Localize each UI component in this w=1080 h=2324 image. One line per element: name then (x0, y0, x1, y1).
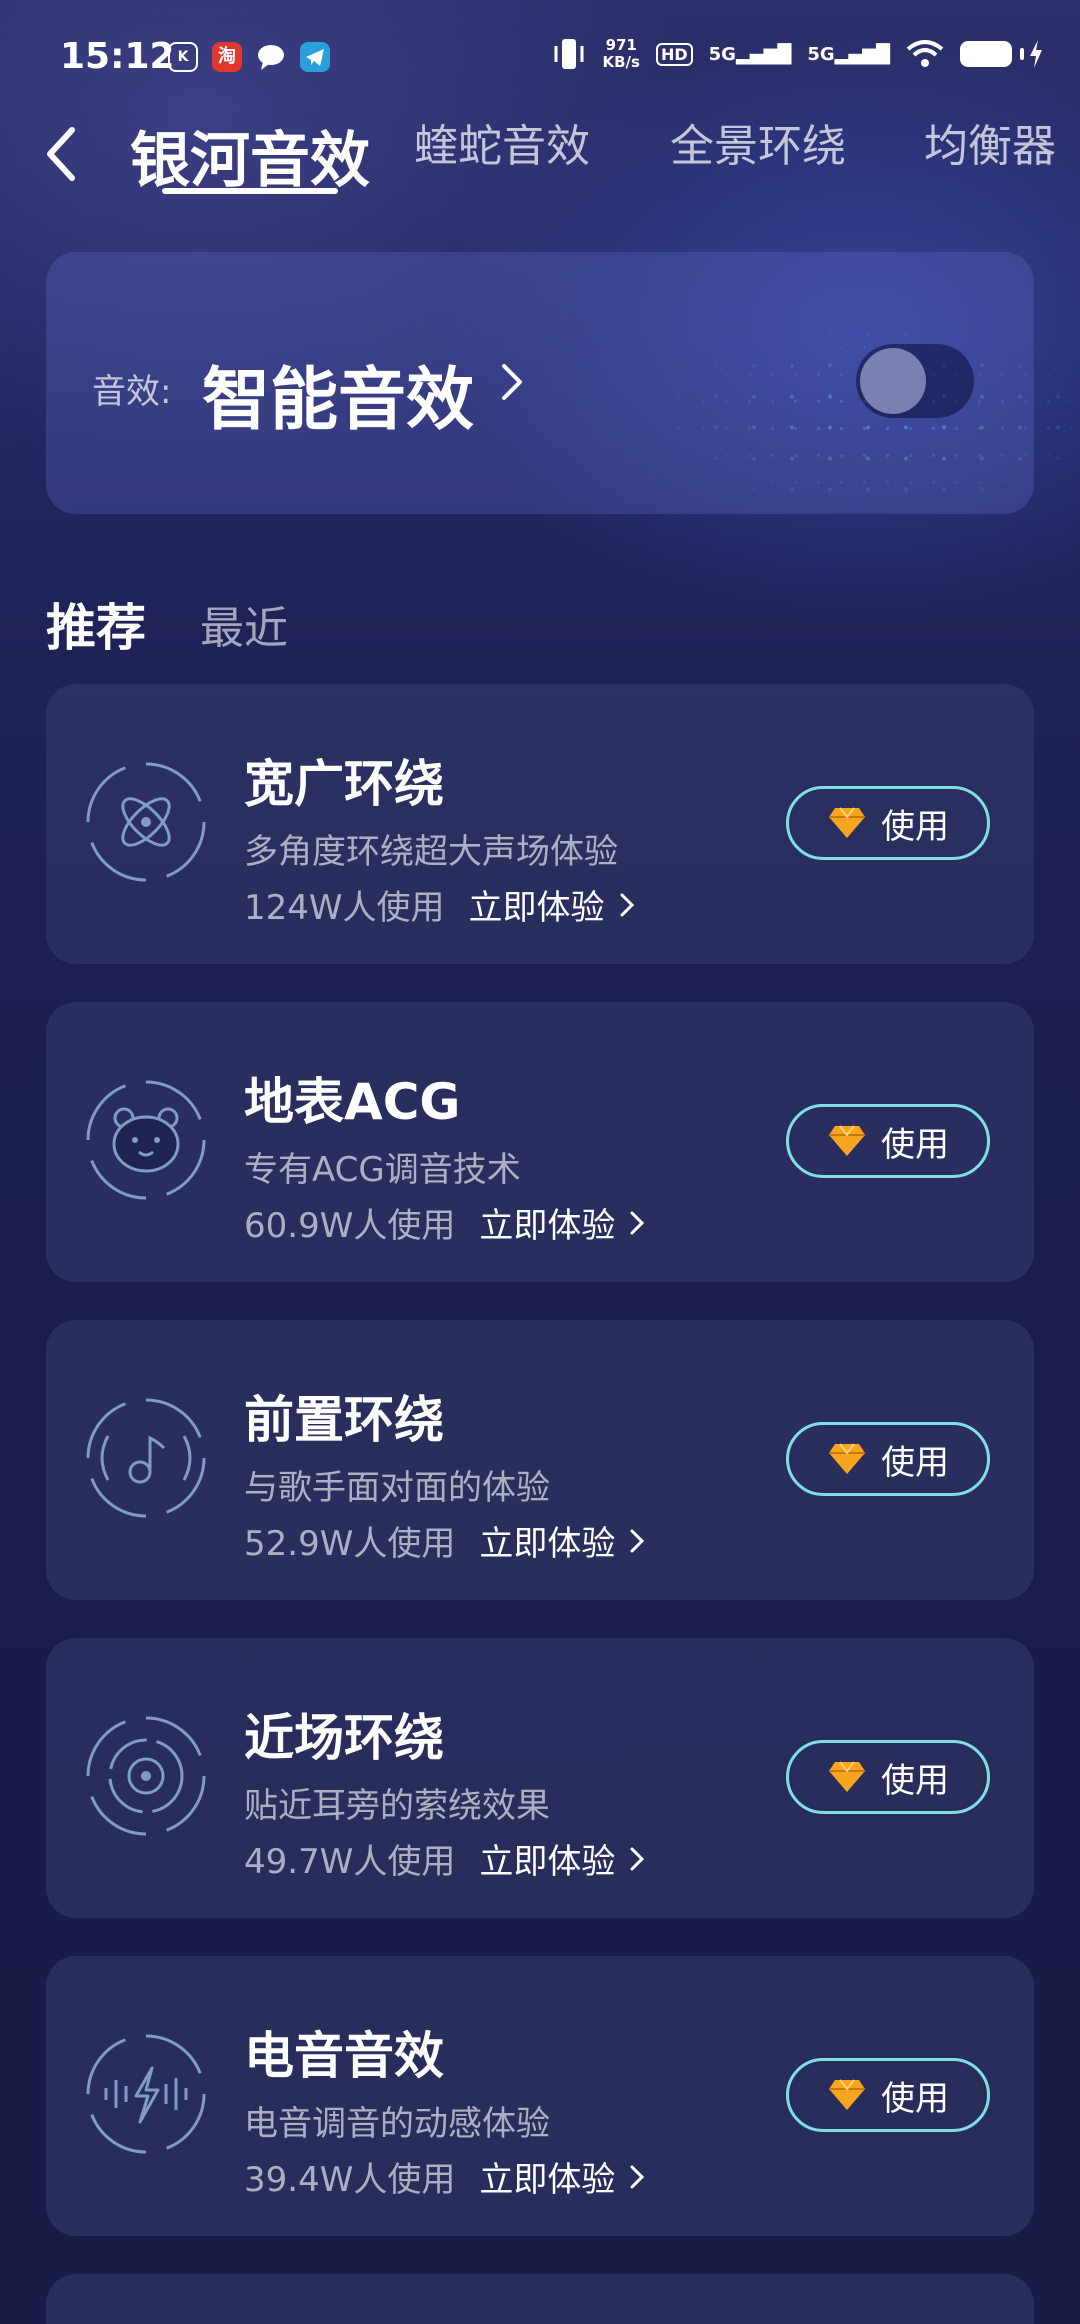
use-button[interactable]: 使用 (786, 1104, 990, 1178)
item-user-count: 49.7W人使用 (244, 1842, 456, 1882)
chevron-right-icon (630, 2165, 645, 2188)
kuwo-app-icon: K (168, 42, 198, 72)
subtab-recommended[interactable]: 推荐 (46, 588, 146, 660)
chevron-right-icon[interactable] (498, 360, 526, 404)
try-now-label: 立即体验 (479, 1524, 616, 1564)
list-item[interactable]: 地表ACG 专有ACG调音技术 60.9W人使用 立即体验 使用 (46, 1002, 1034, 1282)
item-title: 前置环绕 (244, 1391, 444, 1449)
use-button-label: 使用 (881, 1124, 949, 1165)
diamond-icon (828, 1125, 866, 1157)
list-item[interactable]: 近场环绕 贴近耳旁的萦绕效果 49.7W人使用 立即体验 使用 (46, 1638, 1034, 1918)
use-button[interactable]: 使用 (786, 1740, 990, 1814)
chevron-right-icon (630, 1847, 645, 1870)
tab-equalizer[interactable]: 均衡器 (924, 110, 1056, 174)
message-app-icon (256, 42, 286, 72)
item-user-count: 52.9W人使用 (244, 1524, 456, 1564)
tab-galaxy-effect[interactable]: 银河音效 (130, 112, 370, 199)
item-meta: 49.7W人使用 立即体验 (244, 1834, 645, 1883)
signal-5g-2: 5G▂▄▆█ (807, 44, 890, 65)
try-now-label: 立即体验 (479, 1842, 616, 1882)
battery-icon (960, 41, 1024, 67)
item-description: 专有ACG调音技术 (244, 1150, 521, 1190)
tab-viper-effect[interactable]: 蝰蛇音效 (414, 110, 590, 174)
hd-icon: HD (655, 42, 693, 66)
try-now-label: 立即体验 (479, 1206, 616, 1246)
status-right-icons: 971 KB/s HD 5G▂▄▆█ 5G▂▄▆█ (552, 36, 1044, 72)
use-button[interactable]: 使用 (786, 786, 990, 860)
taobao-app-icon: 淘 (212, 42, 242, 72)
signal-5g-2-label: 5G (807, 43, 835, 65)
vibrate-icon (554, 39, 584, 69)
atom-icon (86, 762, 206, 882)
use-button-label: 使用 (881, 1760, 949, 1801)
try-now-label: 立即体验 (479, 2160, 616, 2200)
try-now-link[interactable]: 立即体验 (479, 1834, 645, 1883)
signal-5g-1: 5G▂▄▆█ (709, 44, 792, 65)
telegram-app-icon (300, 42, 330, 72)
item-description: 多角度环绕超大声场体验 (244, 832, 618, 872)
use-button-label: 使用 (881, 1442, 949, 1483)
use-button[interactable]: 使用 (786, 2058, 990, 2132)
try-now-link[interactable]: 立即体验 (469, 880, 635, 929)
signal-bars-icon: ▂▄▆█ (834, 43, 890, 65)
item-description: 电音调音的动感体验 (244, 2104, 550, 2144)
item-user-count: 60.9W人使用 (244, 1206, 456, 1246)
status-bar: 15:12 K 淘 971 KB/s HD 5G▂▄▆█ 5G▂▄▆█ (0, 0, 1080, 120)
try-now-link[interactable]: 立即体验 (479, 2152, 645, 2201)
item-description: 与歌手面对面的体验 (244, 1468, 550, 1508)
back-arrow-icon[interactable] (42, 124, 82, 184)
diamond-icon (828, 807, 866, 839)
bear-icon (86, 1080, 206, 1200)
sound-effect-toggle[interactable] (856, 344, 974, 418)
wifi-icon (906, 40, 944, 67)
item-description: 贴近耳旁的萦绕效果 (244, 1786, 550, 1826)
use-button-label: 使用 (881, 806, 949, 847)
diamond-icon (828, 1761, 866, 1793)
network-speed-value: 971 (605, 36, 637, 54)
network-speed: 971 KB/s (602, 37, 639, 71)
try-now-link[interactable]: 立即体验 (479, 1198, 645, 1247)
status-app-icons: K 淘 (168, 42, 330, 72)
music-note-icon (86, 1398, 206, 1518)
list-item[interactable]: 电音音效 电音调音的动感体验 39.4W人使用 立即体验 使用 (46, 1956, 1034, 2236)
signal-bars-icon: ▂▄▆█ (735, 43, 792, 65)
try-now-link[interactable]: 立即体验 (479, 1516, 645, 1565)
item-meta: 52.9W人使用 立即体验 (244, 1516, 645, 1565)
diamond-icon (828, 1443, 866, 1475)
tab-panoramic-surround[interactable]: 全景环绕 (670, 110, 846, 174)
diamond-icon (828, 2079, 866, 2111)
sound-effect-selector[interactable]: 智能音效 (202, 344, 474, 443)
sound-effect-label: 音效: (92, 372, 172, 412)
charging-icon (1030, 40, 1042, 68)
list-item[interactable]: 宽广环绕 多角度环绕超大声场体验 124W人使用 立即体验 使用 (46, 684, 1034, 964)
list-item-partial[interactable] (46, 2274, 1034, 2324)
item-user-count: 124W人使用 (244, 888, 445, 928)
item-meta: 60.9W人使用 立即体验 (244, 1198, 645, 1247)
active-tab-indicator (162, 188, 338, 194)
use-button-label: 使用 (881, 2078, 949, 2119)
item-user-count: 39.4W人使用 (244, 2160, 456, 2200)
list-item[interactable]: 前置环绕 与歌手面对面的体验 52.9W人使用 立即体验 使用 (46, 1320, 1034, 1600)
toggle-knob (860, 348, 926, 414)
sound-effect-card: 音效: 智能音效 (46, 252, 1034, 514)
item-title: 近场环绕 (244, 1709, 444, 1767)
chevron-right-icon (620, 893, 634, 916)
speaker-icon (86, 1716, 206, 1836)
item-meta: 124W人使用 立即体验 (244, 880, 635, 929)
network-speed-unit: KB/s (602, 53, 640, 71)
subtab-recent[interactable]: 最近 (200, 592, 288, 656)
item-title: 宽广环绕 (244, 755, 444, 813)
item-meta: 39.4W人使用 立即体验 (244, 2152, 645, 2201)
item-title: 电音音效 (244, 2027, 444, 2085)
lightning-wave-icon (86, 2034, 206, 2154)
item-title: 地表ACG (244, 1073, 461, 1131)
try-now-label: 立即体验 (468, 888, 605, 928)
use-button[interactable]: 使用 (786, 1422, 990, 1496)
signal-5g-1-label: 5G (708, 43, 736, 65)
status-time: 15:12 (60, 36, 175, 77)
chevron-right-icon (630, 1211, 645, 1234)
chevron-right-icon (630, 1529, 645, 1552)
